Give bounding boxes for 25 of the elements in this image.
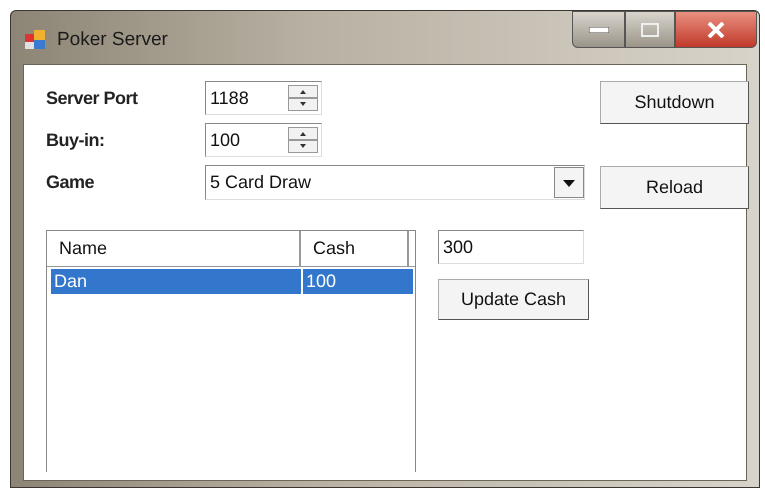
spinner-arrows-icon[interactable] <box>288 85 318 111</box>
app-icon <box>25 30 47 50</box>
spinner-field[interactable]: 1188 <box>205 81 322 115</box>
field-label: Server Port <box>46 86 139 110</box>
field-label: Game <box>46 171 96 194</box>
minimize-icon <box>588 26 608 32</box>
spinner-field[interactable]: 100 <box>205 123 322 157</box>
game-dropdown[interactable]: 5 Card Draw <box>205 165 585 200</box>
action-button[interactable]: Shutdown <box>600 81 749 124</box>
action-button[interactable]: Reload <box>600 166 749 209</box>
table-cell[interactable]: Dan <box>51 269 301 294</box>
maximize-icon <box>641 22 659 36</box>
update-cash-button[interactable]: Update Cash <box>438 279 589 320</box>
maximize-button[interactable] <box>625 11 675 48</box>
column-header[interactable]: Cash <box>301 231 409 266</box>
cash-field[interactable]: 300 <box>438 230 584 264</box>
window-title: Poker Server <box>57 28 168 52</box>
spinner-arrows-icon[interactable] <box>288 127 318 153</box>
player-list[interactable]: Name Cash Dan 100 <box>46 230 416 472</box>
column-header[interactable]: Name <box>47 231 301 266</box>
close-button[interactable] <box>675 11 757 48</box>
minimize-button[interactable] <box>572 11 625 48</box>
table-cell[interactable]: 100 <box>301 269 413 294</box>
field-label: Buy-in: <box>46 128 106 152</box>
close-icon <box>707 22 725 38</box>
